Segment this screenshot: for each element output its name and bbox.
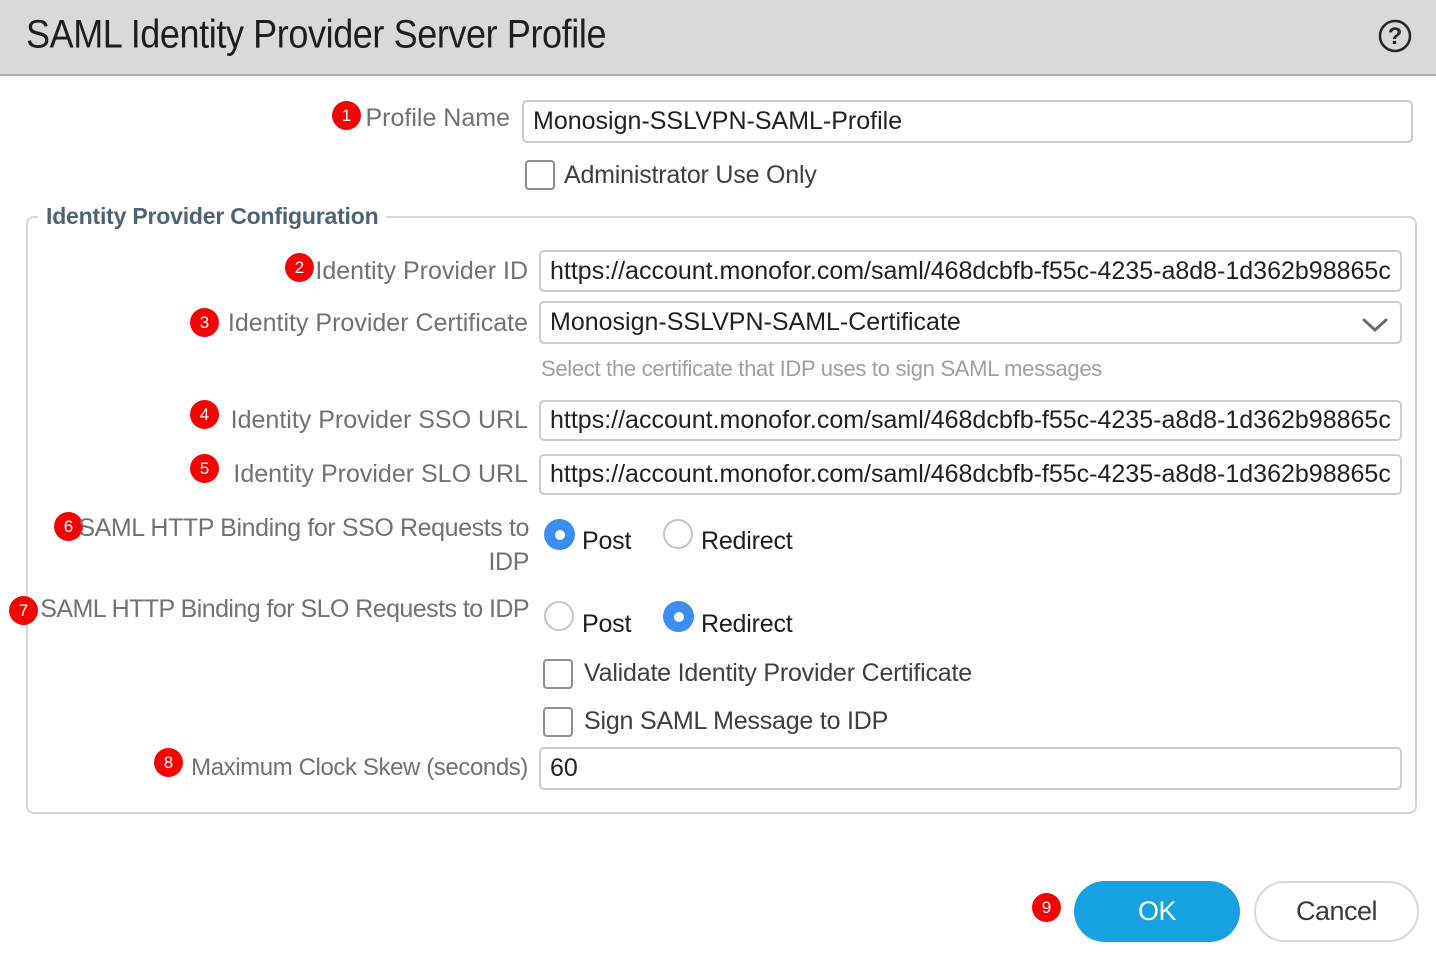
svg-text:?: ? bbox=[1388, 23, 1403, 50]
